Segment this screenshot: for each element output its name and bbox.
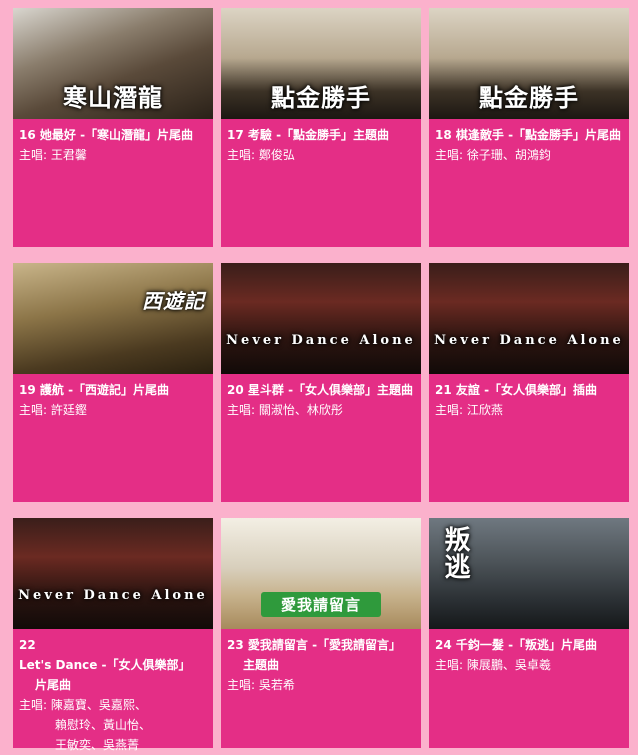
song-title[interactable]: 17 考驗 -「點金勝手」主題曲 — [227, 125, 415, 145]
drama-logo: Never Dance Alone — [226, 333, 416, 348]
song-singers: 主唱: 王君馨 — [19, 148, 87, 162]
song-singers: 主唱: 江欣燕 — [435, 403, 503, 417]
song-card[interactable]: 叛逃 24 千鈞一髮 -「叛逃」片尾曲 主唱: 陳展鵬、吳卓羲 — [429, 518, 629, 748]
thumbnail-image[interactable]: 點金勝手 — [429, 8, 629, 119]
thumbnail-image[interactable]: 叛逃 — [429, 518, 629, 629]
song-singers: 主唱: 吳若希 — [227, 678, 295, 692]
song-title[interactable]: 18 棋逢敵手 -「點金勝手」片尾曲 — [435, 125, 623, 145]
drama-logo: Never Dance Alone — [434, 333, 624, 348]
song-title[interactable]: 22 Let's Dance -「女人俱樂部」 片尾曲 — [19, 635, 207, 695]
song-card[interactable]: 點金勝手 18 棋逢敵手 -「點金勝手」片尾曲 主唱: 徐子珊、胡鴻鈞 — [429, 8, 629, 247]
thumbnail-image[interactable]: Never Dance Alone — [221, 263, 421, 374]
song-card[interactable]: 西遊記 19 護航 -「西遊記」片尾曲 主唱: 許廷鏗 — [13, 263, 213, 502]
drama-logo: Never Dance Alone — [18, 588, 208, 603]
song-card[interactable]: 寒山潛龍 16 她最好 -「寒山潛龍」片尾曲 主唱: 王君馨 — [13, 8, 213, 247]
song-card[interactable]: Never Dance Alone 20 星斗群 -「女人俱樂部」主題曲 主唱:… — [221, 263, 421, 502]
song-title[interactable]: 16 她最好 -「寒山潛龍」片尾曲 — [19, 125, 207, 145]
drama-logo: 西遊記 — [142, 289, 205, 313]
song-title[interactable]: 24 千鈞一髮 -「叛逃」片尾曲 — [435, 635, 623, 655]
song-title[interactable]: 19 護航 -「西遊記」片尾曲 — [19, 380, 207, 400]
song-title[interactable]: 20 星斗群 -「女人俱樂部」主題曲 — [227, 380, 415, 400]
drama-logo: 愛我請留言 — [261, 592, 381, 617]
song-title[interactable]: 23 愛我請留言 -「愛我請留言」 主題曲 — [227, 635, 415, 675]
drama-logo: 點金勝手 — [479, 83, 579, 112]
thumbnail-image[interactable]: Never Dance Alone — [429, 263, 629, 374]
song-singers: 主唱: 陳展鵬、吳卓羲 — [435, 658, 551, 672]
drama-logo: 點金勝手 — [271, 83, 371, 112]
song-singers: 主唱: 許廷鏗 — [19, 403, 87, 417]
song-singers: 主唱: 陳嘉寶、吳嘉熙、 賴慰玲、黃山怡、 王敏奕、吳燕菁 — [19, 698, 152, 752]
thumbnail-image[interactable]: 西遊記 — [13, 263, 213, 374]
drama-logo: 叛逃 — [440, 526, 470, 580]
song-singers: 主唱: 鄭俊弘 — [227, 148, 295, 162]
thumbnail-image[interactable]: 點金勝手 — [221, 8, 421, 119]
song-card[interactable]: 愛我請留言 23 愛我請留言 -「愛我請留言」 主題曲 主唱: 吳若希 — [221, 518, 421, 748]
song-card[interactable]: 點金勝手 17 考驗 -「點金勝手」主題曲 主唱: 鄭俊弘 — [221, 8, 421, 247]
song-card[interactable]: Never Dance Alone 21 友誼 -「女人俱樂部」插曲 主唱: 江… — [429, 263, 629, 502]
thumbnail-image[interactable]: 寒山潛龍 — [13, 8, 213, 119]
drama-logo: 寒山潛龍 — [63, 83, 163, 112]
thumbnail-image[interactable]: 愛我請留言 — [221, 518, 421, 629]
song-grid: 寒山潛龍 16 她最好 -「寒山潛龍」片尾曲 主唱: 王君馨 點金勝手 17 考… — [0, 0, 638, 752]
song-title[interactable]: 21 友誼 -「女人俱樂部」插曲 — [435, 380, 623, 400]
thumbnail-image[interactable]: Never Dance Alone — [13, 518, 213, 629]
song-card[interactable]: Never Dance Alone 22 Let's Dance -「女人俱樂部… — [13, 518, 213, 752]
song-singers: 主唱: 徐子珊、胡鴻鈞 — [435, 148, 551, 162]
song-singers: 主唱: 關淑怡、林欣彤 — [227, 403, 343, 417]
